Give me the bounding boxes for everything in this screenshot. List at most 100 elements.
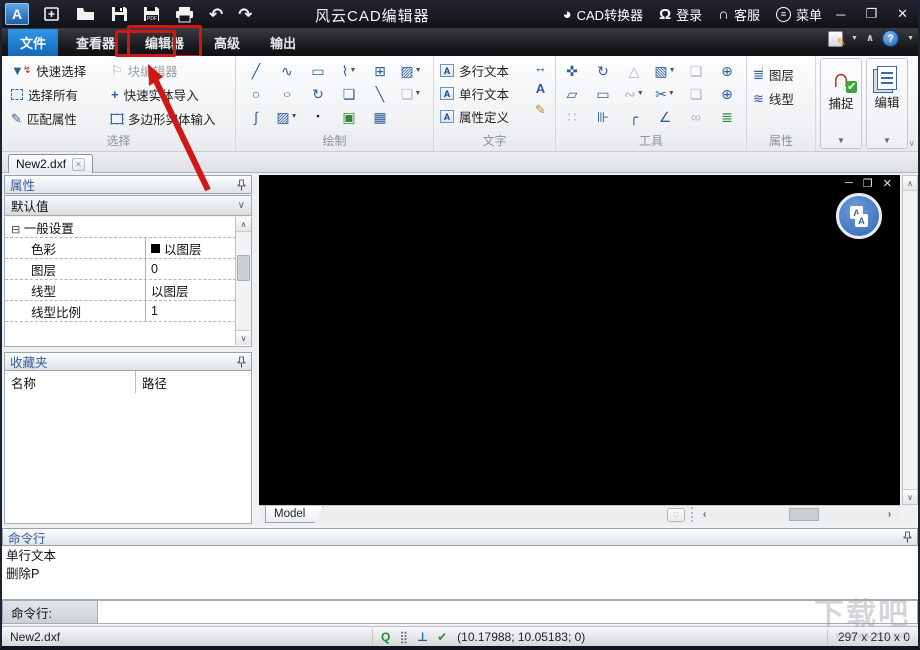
save-as-pdf-button[interactable]: PDF [143,6,160,22]
hatch-region-tool[interactable]: ▨ ▼ [399,61,423,80]
customer-service-button[interactable]: ∩ 客服 [718,5,760,24]
new-file-button[interactable] [43,6,61,23]
scroll-thumb[interactable] [237,255,250,281]
close-button[interactable]: ✕ [897,6,908,22]
dimension-icon-button[interactable]: ↔ [534,61,547,74]
tab-viewer[interactable]: 查看器 [64,29,127,56]
paste-tool[interactable]: ⊕ [715,61,739,80]
array-tool[interactable]: ▱ [560,84,584,103]
column-name[interactable]: 名称 [5,373,135,392]
polygon-entity-input-button[interactable]: 多边形实体输入 [108,108,219,129]
point-tool[interactable]: ▪ [306,107,330,126]
scroll-down-icon[interactable]: ∨ [236,330,251,345]
group-tool[interactable]: ∞ [684,107,708,126]
minimize-button[interactable]: ─ [836,7,845,22]
scroll-up-icon[interactable]: ∧ [236,217,251,232]
command-input[interactable] [98,600,918,624]
snap-button[interactable]: ∩ ✔ 捕捉 ▼ [820,58,862,149]
vscroll-up-icon[interactable]: ∧ [903,176,917,191]
rotate-tool[interactable]: ↻ [591,61,615,80]
canvas-minimize-icon[interactable]: ─ [845,177,853,190]
property-row-color[interactable]: 色彩 以图层 [5,238,251,259]
trim-tool[interactable]: ✂ ▼ [653,84,677,103]
copy-entities-tool[interactable]: ❏ ▼ [399,84,423,103]
hscroll-right-icon[interactable]: › [882,509,897,520]
tab-close-icon[interactable]: ✕ [72,157,86,171]
attribute-define-button[interactable]: A 属性定义 [440,107,509,126]
annotate-icon[interactable] [828,30,846,49]
polyline-tool[interactable]: ⌇ ▼ [337,61,361,80]
cad-converter-button[interactable]: ◕ CAD转换器 [563,5,644,24]
property-group-row[interactable]: ⊟ 一般设置 [5,217,251,238]
copy-tool[interactable]: ❏ [684,61,708,80]
scale-tool[interactable]: ⊪ [591,107,615,126]
ribbon-more-icon[interactable]: ∨ [908,138,915,149]
help-dropdown-icon[interactable]: ▼ [907,35,914,42]
property-row-linetype[interactable]: 线型 以图层 [5,280,251,301]
mtext-button[interactable]: A 多行文本 [440,61,509,80]
rectangle-tool[interactable]: ▭ [306,61,330,80]
canvas-vscrollbar[interactable]: ∧ ∨ [902,175,918,505]
freehand-tool[interactable]: ∿ [275,61,299,80]
pin-icon[interactable] [903,531,912,543]
login-button[interactable]: Ω 登录 [659,5,702,24]
drawing-canvas[interactable]: ─ ❐ ✕ A A [259,175,900,505]
object-snap-icon[interactable]: Q [381,631,390,643]
collapse-ribbon-icon[interactable]: ∧ [866,33,874,44]
tab-file[interactable]: 文件 [8,28,59,56]
model-tab[interactable]: Model [265,506,323,523]
select-all-button[interactable]: 选择所有 [8,84,89,105]
document-tab[interactable]: New2.dxf ✕ [8,154,94,173]
paste2-tool[interactable]: ⊕ [715,84,739,103]
edit-button[interactable]: 编辑 ▼ [866,58,908,149]
chamfer-tool[interactable]: ∠ [653,107,677,126]
edit-note-icon-button[interactable]: ✎ [535,103,546,116]
quick-select-button[interactable]: ▼ ↯ 快速选择 [8,60,89,81]
help-icon[interactable]: ? [882,30,900,47]
line-tool[interactable]: ╱ [244,61,268,80]
pin-icon[interactable] [237,356,246,368]
canvas-hscrollbar[interactable]: ‹ › [697,507,897,522]
column-path[interactable]: 路径 [135,371,251,393]
hscroll-thumb[interactable] [789,508,819,521]
match-properties-button[interactable]: ✎ 匹配属性 [8,108,89,129]
properties-panel-header[interactable]: 属性 [4,175,252,194]
undo-button[interactable]: ↶ [209,6,223,23]
single-text-button[interactable]: A 单行文本 [440,84,509,103]
snap-dropdown-icon[interactable]: ▼ [837,136,845,145]
annotate-dropdown-icon[interactable]: ▼ [851,35,858,42]
mirror-tool[interactable]: △ [622,61,646,80]
layout-options-button[interactable]: ♡ [667,508,685,522]
boundary-tool[interactable]: ▭ [591,84,615,103]
edit-dropdown-icon[interactable]: ▼ [883,136,891,145]
redo-button[interactable]: ↷ [238,6,252,23]
arc-tool[interactable]: ↻ [306,84,330,103]
break-tool[interactable]: ∷ [560,107,584,126]
hatch-tool[interactable]: ▨ ▼ [275,107,299,126]
command-history[interactable]: 单行文本 删除P [2,546,918,600]
vscroll-down-icon[interactable]: ∨ [903,489,917,504]
pin-icon[interactable] [237,179,246,191]
insert-block-tool[interactable]: ⊞ [368,61,392,80]
tab-output[interactable]: 输出 [258,29,308,56]
spline-tool[interactable]: ∫ [244,107,268,126]
maximize-button[interactable]: ❐ [865,6,877,22]
layers-button[interactable]: ≣ 图层 [747,64,794,84]
canvas-close-icon[interactable]: ✕ [883,177,892,190]
move-tool[interactable]: ✜ [560,61,584,80]
favorites-list[interactable]: 名称 路径 [4,371,252,524]
save-button[interactable] [111,6,128,22]
preset-dropdown[interactable]: 默认值 ∨ [4,195,252,216]
property-scrollbar[interactable]: ∧ ∨ [235,217,251,345]
image-tool[interactable]: ▣ [337,107,361,126]
fillet-tool[interactable]: ╭ [622,107,646,126]
ortho-icon[interactable]: ⊥ [417,631,428,643]
block-ref-tool[interactable]: ❏ [337,84,361,103]
draft-mode-icon[interactable]: ✔ [437,631,447,643]
link-tool[interactable]: ∾ ▼ [622,84,646,103]
block-editor-button[interactable]: ⚐ 块编辑器 [108,60,219,81]
open-file-button[interactable] [76,6,96,22]
ellipse-tool[interactable]: ○ [275,84,299,103]
property-row-layer[interactable]: 图层 0 [5,259,251,280]
hscroll-left-icon[interactable]: ‹ [697,509,712,520]
